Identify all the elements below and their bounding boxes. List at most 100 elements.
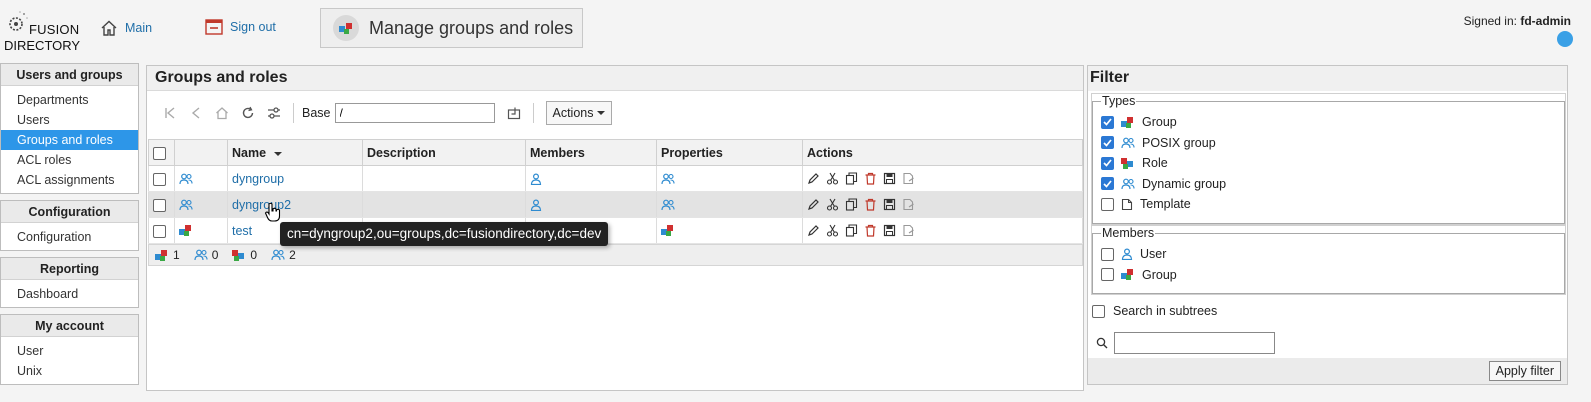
user-avatar[interactable]: [1557, 31, 1573, 47]
cut-icon[interactable]: [826, 172, 839, 185]
list-toolbar: Base Actions: [147, 92, 1083, 134]
user-member-icon[interactable]: [530, 172, 542, 185]
properties-column-header[interactable]: Properties: [656, 139, 803, 166]
group-property-icon[interactable]: [661, 224, 675, 237]
sidebar-item-configuration[interactable]: Configuration: [1, 227, 138, 247]
members-fieldset: Members User Group: [1091, 225, 1566, 295]
filter-type-group-checkbox[interactable]: [1101, 115, 1114, 129]
save-icon[interactable]: [883, 198, 896, 211]
row-type-cell: [174, 165, 228, 192]
signed-in-label: Signed in:: [1463, 14, 1517, 28]
row-description-cell: [362, 165, 526, 192]
select-base-icon: [507, 107, 520, 120]
filter-type-posix-checkbox[interactable]: [1101, 136, 1114, 150]
row-checkbox[interactable]: [153, 198, 166, 212]
sidebar-item-acl-roles[interactable]: ACL roles: [1, 150, 138, 170]
filter-type-group[interactable]: Group: [1101, 112, 1556, 133]
settings-button[interactable]: [261, 100, 287, 126]
page-title-text: Manage groups and roles: [369, 17, 574, 38]
members-column-header[interactable]: Members: [525, 139, 657, 166]
sidebar-group-title: Users and groups: [1, 64, 138, 86]
apply-filter-button[interactable]: Apply filter: [1488, 361, 1561, 381]
save-icon[interactable]: [883, 172, 896, 185]
template-icon[interactable]: [902, 172, 915, 185]
filter-member-group-checkbox[interactable]: [1101, 268, 1114, 282]
sidebar-item-groups-and-roles[interactable]: Groups and roles: [1, 130, 138, 150]
home-icon: [216, 107, 228, 120]
filter-type-dynamic-checkbox[interactable]: [1101, 177, 1114, 191]
signed-in-user: fd-admin: [1520, 14, 1571, 28]
edit-icon[interactable]: [807, 198, 820, 211]
template-icon: [1121, 198, 1133, 210]
copy-icon[interactable]: [845, 198, 858, 211]
delete-icon[interactable]: [864, 172, 877, 185]
actions-menu-button[interactable]: Actions: [545, 101, 612, 125]
base-input[interactable]: [334, 103, 495, 123]
filter-type-template[interactable]: Template: [1101, 194, 1556, 215]
sidebar-item-dashboard[interactable]: Dashboard: [1, 284, 138, 304]
home-base-button[interactable]: [209, 100, 235, 126]
refresh-button[interactable]: [235, 100, 261, 126]
table-row[interactable]: dyngroup: [148, 165, 1083, 192]
template-icon[interactable]: [902, 198, 915, 211]
filter-type-role[interactable]: Role: [1101, 153, 1556, 174]
signout-link[interactable]: Sign out: [205, 19, 276, 35]
user-member-icon[interactable]: [530, 198, 542, 211]
filter-member-user-checkbox[interactable]: [1101, 247, 1114, 261]
signout-link-label: Sign out: [230, 20, 276, 34]
row-checkbox[interactable]: [153, 224, 166, 238]
delete-icon[interactable]: [864, 198, 877, 211]
cut-icon[interactable]: [826, 224, 839, 237]
back-arrow-icon: [191, 107, 200, 119]
sidebar-item-users[interactable]: Users: [1, 110, 138, 130]
save-icon[interactable]: [883, 224, 896, 237]
previous-button[interactable]: [183, 100, 209, 126]
dn-tooltip: cn=dyngroup2,ou=groups,dc=fusiondirector…: [280, 222, 609, 246]
row-name-link[interactable]: dyngroup: [232, 172, 284, 186]
filter-type-posix-group[interactable]: POSIX group: [1101, 133, 1556, 154]
summary-groups-count: 1: [173, 248, 180, 262]
filter-type-role-checkbox[interactable]: [1101, 156, 1114, 170]
main-link[interactable]: Main: [100, 19, 152, 37]
search-subtrees-option[interactable]: Search in subtrees: [1092, 304, 1217, 318]
row-name-link[interactable]: dyngroup2: [232, 198, 291, 212]
dynamic-group-property-icon[interactable]: [661, 173, 675, 185]
row-checkbox[interactable]: [153, 172, 166, 186]
select-all-checkbox[interactable]: [153, 146, 166, 160]
search-subtrees-checkbox[interactable]: [1092, 304, 1105, 318]
summary-posix-count: 0: [211, 248, 219, 262]
table-row[interactable]: dyngroup2: [148, 191, 1083, 218]
row-members-cell: [525, 165, 657, 192]
sidebar-item-unix[interactable]: Unix: [1, 361, 138, 381]
edit-icon[interactable]: [807, 172, 820, 185]
base-select-button[interactable]: [501, 100, 527, 126]
sidebar-item-departments[interactable]: Departments: [1, 90, 138, 110]
filter-panel: Filter Types Group POSIX group Role Dyna…: [1087, 65, 1568, 385]
name-column-header[interactable]: Name: [227, 139, 363, 166]
filter-member-group[interactable]: Group: [1101, 265, 1556, 286]
summary-posix-groups: 0: [194, 248, 219, 262]
fusiondirectory-logo[interactable]: FUSION DIRECTORY: [3, 7, 80, 53]
dynamic-group-property-icon[interactable]: [661, 199, 675, 211]
filter-search-input[interactable]: [1114, 332, 1275, 354]
sidebar-item-acl-assignments[interactable]: ACL assignments: [1, 170, 138, 190]
copy-icon[interactable]: [845, 224, 858, 237]
filter-type-dynamic-group[interactable]: Dynamic group: [1101, 174, 1556, 195]
cut-icon[interactable]: [826, 198, 839, 211]
summary-roles-count: 0: [250, 248, 258, 262]
filter-member-user[interactable]: User: [1101, 244, 1556, 265]
description-column-header[interactable]: Description: [362, 139, 526, 166]
sidebar-item-user[interactable]: User: [1, 341, 138, 361]
page-title: Manage groups and roles: [320, 8, 583, 48]
edit-icon[interactable]: [807, 224, 820, 237]
first-page-button[interactable]: [157, 100, 183, 126]
row-name-link[interactable]: test: [232, 224, 252, 238]
base-label: Base: [302, 106, 331, 120]
delete-icon[interactable]: [864, 224, 877, 237]
summary-groups: 1: [155, 248, 180, 262]
dynamic-group-icon: [179, 173, 193, 184]
filter-type-template-checkbox[interactable]: [1101, 197, 1114, 211]
sidebar-group-my-account: My account User Unix: [0, 314, 139, 385]
copy-icon[interactable]: [845, 172, 858, 185]
template-icon[interactable]: [902, 224, 915, 237]
